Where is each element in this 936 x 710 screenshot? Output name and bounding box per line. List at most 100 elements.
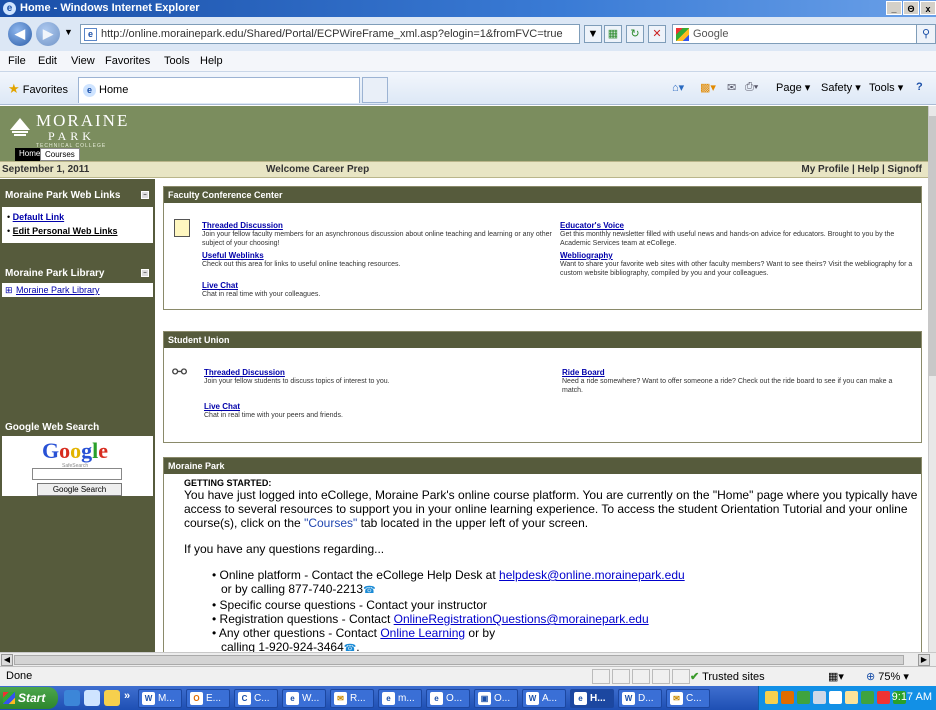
- address-dropdown-button[interactable]: ▼: [584, 25, 602, 43]
- quicklaunch-more-icon[interactable]: »: [124, 690, 130, 702]
- back-button[interactable]: ◀: [8, 22, 32, 46]
- taskbar-button[interactable]: O E...: [186, 689, 230, 708]
- tray-network-icon[interactable]: [829, 691, 842, 704]
- edit-web-links-link[interactable]: Edit Personal Web Links: [13, 226, 118, 236]
- favorites-button[interactable]: ★ Favorites: [8, 81, 68, 97]
- help-icon[interactable]: ?: [916, 81, 923, 93]
- tools-menu[interactable]: Tools ▾: [869, 81, 903, 94]
- menu-tools[interactable]: Tools: [164, 55, 190, 67]
- home-icon[interactable]: ⌂▾: [672, 81, 684, 94]
- mail-icon[interactable]: ✉: [727, 81, 736, 94]
- user-links[interactable]: My Profile | Help | Signoff: [801, 164, 922, 175]
- default-link[interactable]: Default Link: [13, 212, 65, 222]
- feeds-icon[interactable]: ▩▾: [700, 81, 716, 94]
- taskbar-button[interactable]: C C...: [234, 689, 278, 708]
- menu-help[interactable]: Help: [200, 55, 223, 67]
- library-title: Moraine Park Library: [5, 268, 105, 279]
- faculty-live-chat-link[interactable]: Live Chat: [202, 281, 238, 290]
- zoom-level[interactable]: ⊕ 75% ▾: [866, 670, 909, 683]
- taskbar-button[interactable]: e m...: [378, 689, 422, 708]
- new-tab-button[interactable]: [362, 77, 388, 103]
- google-search-button[interactable]: Google Search: [37, 483, 122, 496]
- scrollbar-thumb[interactable]: [14, 655, 904, 665]
- web-links-header: Moraine Park Web Links –: [0, 185, 155, 205]
- educators-voice-link[interactable]: Educator's Voice: [560, 221, 624, 230]
- tray-search-icon[interactable]: [813, 691, 826, 704]
- messenger-icon[interactable]: [104, 690, 120, 706]
- taskbar-button-active[interactable]: e H...: [570, 689, 614, 708]
- security-zone[interactable]: ✔ Trusted sites: [690, 670, 765, 683]
- minimize-icon[interactable]: –: [141, 269, 149, 277]
- menu-favorites[interactable]: Favorites: [105, 55, 150, 67]
- menu-edit[interactable]: Edit: [38, 55, 57, 67]
- online-learning-link[interactable]: Online Learning: [380, 626, 465, 640]
- recent-pages-dropdown-icon[interactable]: ▼: [64, 27, 73, 37]
- taskbar-button[interactable]: W D...: [618, 689, 662, 708]
- taskbar-button[interactable]: W A...: [522, 689, 566, 708]
- google-logo: Google: [42, 438, 109, 463]
- taskbar-button[interactable]: e O...: [426, 689, 470, 708]
- safety-menu[interactable]: Safety ▾: [821, 81, 861, 94]
- tab-site-courses[interactable]: Courses: [40, 148, 80, 161]
- address-toolbar: ◀ ▶ ▼ e http://online.morainepark.edu/Sh…: [0, 17, 936, 51]
- student-threaded-discussion-link[interactable]: Threaded Discussion: [204, 368, 285, 377]
- ride-board-link[interactable]: Ride Board: [562, 368, 605, 377]
- tray-volume-icon[interactable]: [845, 691, 858, 704]
- ie-tab-icon: e: [83, 84, 96, 97]
- forward-button[interactable]: ▶: [36, 22, 60, 46]
- menu-file[interactable]: File: [8, 55, 26, 67]
- registration-email-link[interactable]: OnlineRegistrationQuestions@morainepark.…: [394, 612, 649, 626]
- show-desktop-icon[interactable]: [64, 690, 80, 706]
- search-input[interactable]: Google: [672, 24, 922, 44]
- webliography-link[interactable]: Webliography: [560, 251, 613, 260]
- tray-messenger-icon[interactable]: [797, 691, 810, 704]
- expand-icon[interactable]: ⊞: [5, 285, 13, 296]
- library-link[interactable]: Moraine Park Library: [16, 285, 100, 295]
- scroll-right-icon[interactable]: ▶: [918, 654, 930, 666]
- minimize-button[interactable]: _: [886, 1, 902, 15]
- close-button[interactable]: x: [920, 1, 936, 15]
- site-header: MORAINE PARK TECHNICAL COLLEGE Home Cour…: [0, 106, 928, 161]
- minimize-icon[interactable]: –: [141, 191, 149, 199]
- maximize-button[interactable]: Θ: [903, 1, 919, 15]
- horizontal-scrollbar[interactable]: ◀ ▶: [0, 652, 936, 666]
- page-menu[interactable]: Page ▾: [776, 81, 810, 94]
- windows-flag-icon: [3, 692, 15, 704]
- scroll-left-icon[interactable]: ◀: [1, 654, 13, 666]
- skype-phone-icon[interactable]: ☎: [363, 585, 375, 596]
- protected-mode-icon[interactable]: ▦▾: [828, 670, 844, 683]
- date-bar: September 1, 2011 Welcome Career Prep My…: [0, 161, 928, 178]
- discussion-icon: [174, 219, 190, 237]
- tray-app-icon[interactable]: [765, 691, 778, 704]
- google-search-input[interactable]: [32, 468, 122, 480]
- faculty-live-chat-desc: Chat in real time with your colleagues.: [202, 291, 321, 298]
- vertical-scrollbar[interactable]: [928, 106, 936, 652]
- taskbar-button[interactable]: ▣ O...: [474, 689, 518, 708]
- taskbar-button[interactable]: ✉ R...: [330, 689, 374, 708]
- scrollbar-thumb[interactable]: [929, 116, 936, 376]
- list-item: • Online platform - Contact the eCollege…: [212, 568, 685, 582]
- menu-view[interactable]: View: [71, 55, 95, 67]
- questions-intro: If you have any questions regarding...: [184, 542, 385, 556]
- helpdesk-email-link[interactable]: helpdesk@online.morainepark.edu: [499, 568, 685, 582]
- start-button[interactable]: Start: [0, 687, 58, 709]
- refresh-icon[interactable]: ↻: [626, 25, 644, 43]
- student-live-chat-link[interactable]: Live Chat: [204, 402, 240, 411]
- useful-weblinks-link[interactable]: Useful Weblinks: [202, 251, 264, 260]
- tab-home[interactable]: e Home: [78, 77, 360, 103]
- status-text: Done: [6, 670, 33, 682]
- taskbar-button[interactable]: ✉ C...: [666, 689, 710, 708]
- ie-quicklaunch-icon[interactable]: [84, 690, 100, 706]
- faculty-threaded-discussion-link[interactable]: Threaded Discussion: [202, 221, 283, 230]
- tray-security-icon[interactable]: [861, 691, 874, 704]
- tray-outlook-icon[interactable]: [781, 691, 794, 704]
- search-go-button[interactable]: ⚲: [916, 24, 936, 44]
- tray-update-icon[interactable]: [877, 691, 890, 704]
- skype-phone-icon[interactable]: ☎: [344, 643, 356, 652]
- address-input[interactable]: e http://online.morainepark.edu/Shared/P…: [80, 24, 580, 44]
- print-icon[interactable]: ⎙▾: [745, 81, 758, 94]
- taskbar-button[interactable]: W M...: [138, 689, 182, 708]
- stop-icon[interactable]: ✕: [648, 25, 666, 43]
- compatibility-icon[interactable]: ▦: [604, 25, 622, 43]
- taskbar-button[interactable]: e W...: [282, 689, 326, 708]
